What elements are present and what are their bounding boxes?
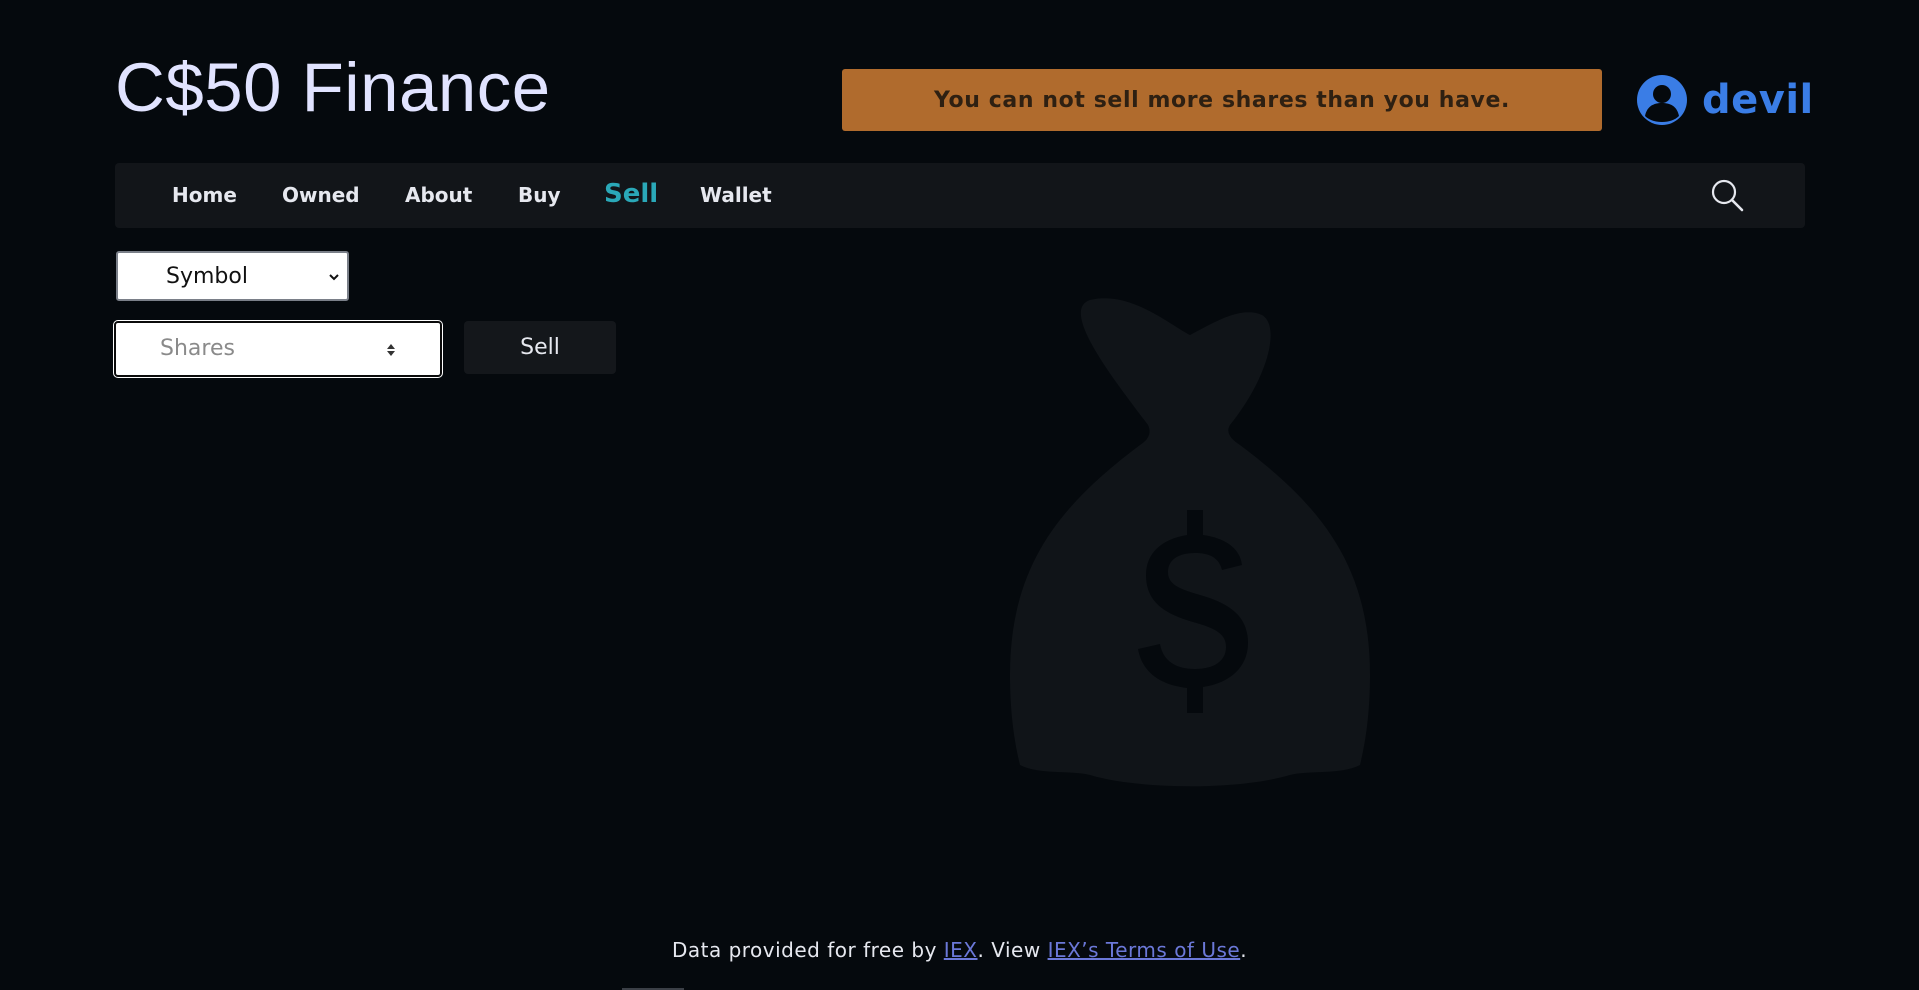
- chevron-down-icon: [329, 274, 339, 281]
- shares-placeholder: Shares: [160, 336, 235, 361]
- footer-prefix: Data provided for free by: [671, 938, 944, 962]
- footer-suffix: .: [1240, 938, 1248, 962]
- user-circle-icon: [1637, 75, 1687, 125]
- iex-link[interactable]: IEX: [944, 938, 978, 962]
- shares-input[interactable]: Shares: [113, 320, 443, 378]
- symbol-select[interactable]: Symbol: [116, 251, 349, 301]
- iex-terms-link[interactable]: IEX’s Terms of Use: [1048, 938, 1241, 962]
- symbol-select-value: Symbol: [166, 263, 248, 289]
- footer: Data provided for free by IEX. View IEX’…: [0, 938, 1919, 962]
- nav-owned[interactable]: Owned: [282, 163, 360, 228]
- footer-middle: . View: [977, 938, 1048, 962]
- nav-sell[interactable]: Sell: [604, 163, 658, 228]
- sell-button[interactable]: Sell: [464, 321, 616, 374]
- search-button[interactable]: [1708, 176, 1748, 216]
- main-navbar: Home Owned About Buy Sell Wallet: [115, 163, 1805, 228]
- nav-wallet[interactable]: Wallet: [700, 163, 772, 228]
- nav-buy[interactable]: Buy: [518, 163, 561, 228]
- money-bag-icon: [1010, 298, 1370, 787]
- user-profile-link[interactable]: devil: [1637, 72, 1814, 128]
- number-spinner-icon[interactable]: [384, 339, 398, 361]
- username: devil: [1702, 77, 1814, 123]
- nav-about[interactable]: About: [405, 163, 472, 228]
- brand-title: C$50 Finance: [115, 49, 551, 126]
- page: C$50 Finance You can not sell more share…: [0, 0, 1919, 990]
- error-alert: You can not sell more shares than you ha…: [842, 69, 1602, 131]
- alert-message: You can not sell more shares than you ha…: [934, 87, 1510, 113]
- search-icon: [1711, 179, 1744, 212]
- nav-home[interactable]: Home: [172, 163, 237, 228]
